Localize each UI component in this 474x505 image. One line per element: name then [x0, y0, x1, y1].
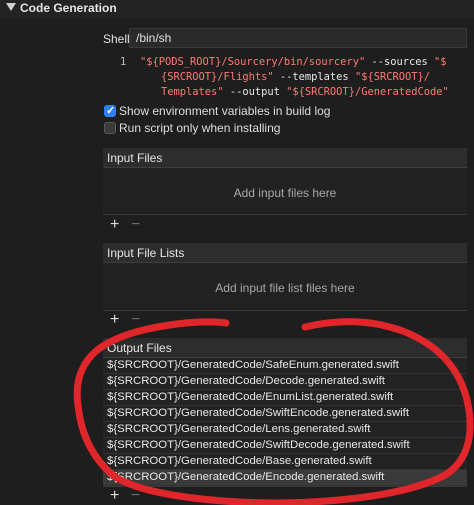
script-line-1: "${PODS_ROOT}/Sourcery/bin/sourcery" --s…	[140, 55, 447, 70]
script-token: {SRCROOT}/Flights"	[161, 71, 274, 83]
script-token: --sources	[365, 56, 435, 68]
input-file-lists-placeholder: Add input file list files here	[215, 281, 355, 295]
remove-input-file-list-button[interactable]: −	[131, 311, 140, 329]
output-files-header: Output Files	[103, 338, 467, 358]
output-file-row[interactable]: ${SRCROOT}/GeneratedCode/Decode.generate…	[103, 374, 467, 390]
script-token: --output	[223, 86, 287, 98]
output-file-row[interactable]: ${SRCROOT}/GeneratedCode/Lens.generated.…	[103, 422, 467, 438]
script-line-2: {SRCROOT}/Flights" --templates "${SRCROO…	[161, 70, 430, 85]
output-file-row[interactable]: ${SRCROOT}/GeneratedCode/SafeEnum.genera…	[103, 358, 467, 374]
input-files-list[interactable]: Add input files here	[103, 168, 467, 213]
input-files-placeholder: Add input files here	[233, 186, 337, 200]
script-line-3: Templates" --output "${SRCROOT}/Generate…	[161, 85, 449, 100]
add-output-file-button[interactable]: +	[110, 487, 119, 505]
add-input-file-button[interactable]: +	[110, 216, 119, 234]
divider	[103, 214, 467, 215]
input-file-lists-header: Input File Lists	[103, 243, 467, 263]
input-files-header: Input Files	[103, 148, 467, 168]
output-file-row[interactable]: ${SRCROOT}/GeneratedCode/Encode.generate…	[103, 470, 467, 486]
script-token: Templates"	[161, 86, 224, 98]
line-number: 1	[120, 56, 127, 68]
output-file-row[interactable]: ${SRCROOT}/GeneratedCode/SwiftEncode.gen…	[103, 406, 467, 422]
output-file-row[interactable]: ${SRCROOT}/GeneratedCode/SwiftDecode.gen…	[103, 438, 467, 454]
remove-input-file-button[interactable]: −	[131, 216, 140, 234]
run-install-checkbox[interactable]	[104, 122, 116, 134]
remove-output-file-button[interactable]: −	[131, 487, 140, 505]
input-file-lists-list[interactable]: Add input file list files here	[103, 263, 467, 308]
script-token: "$	[434, 56, 447, 68]
show-env-label: Show environment variables in build log	[119, 104, 331, 118]
script-token: --templates	[273, 71, 355, 83]
shell-label: Shell	[103, 32, 130, 46]
run-install-label: Run script only when installing	[119, 121, 281, 135]
script-token: "${SRCROOT}/	[354, 71, 431, 83]
output-file-row[interactable]: ${SRCROOT}/GeneratedCode/Base.generated.…	[103, 454, 467, 470]
shell-input[interactable]: /bin/sh	[129, 28, 467, 48]
script-token: "${PODS_ROOT}/Sourcery/bin/sourcery"	[140, 56, 366, 68]
script-token: "${SRCROOT}/GeneratedCode"	[286, 86, 449, 98]
disclosure-triangle-icon[interactable]	[6, 3, 16, 11]
divider	[103, 486, 467, 487]
add-input-file-list-button[interactable]: +	[110, 311, 119, 329]
script-editor[interactable]: 1 "${PODS_ROOT}/Sourcery/bin/sourcery" -…	[103, 52, 467, 98]
show-env-checkbox[interactable]	[104, 104, 116, 117]
divider	[103, 310, 467, 311]
section-title: Code Generation	[20, 1, 117, 15]
output-file-row[interactable]: ${SRCROOT}/GeneratedCode/EnumList.genera…	[103, 390, 467, 406]
